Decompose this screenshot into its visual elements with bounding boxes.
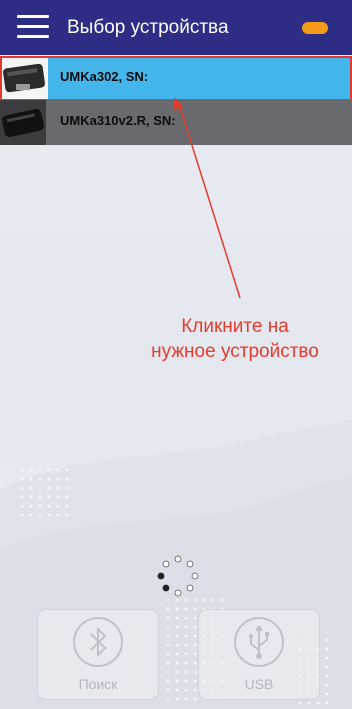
usb-icon bbox=[234, 617, 284, 667]
tracker-device-icon bbox=[2, 58, 48, 99]
app-bar: Выбор устройства bbox=[0, 0, 352, 55]
device-item-umka302[interactable]: UMKa302, SN: bbox=[0, 56, 352, 101]
usb-label: USB bbox=[244, 676, 274, 692]
instruction-callout: Кликните на нужное устройство bbox=[120, 314, 350, 364]
instruction-line-1: Кликните на bbox=[181, 316, 289, 337]
bluetooth-search-label: Поиск bbox=[78, 676, 118, 692]
status-indicator bbox=[302, 22, 328, 34]
page-title: Выбор устройства bbox=[67, 17, 229, 38]
usb-button[interactable]: USB bbox=[198, 609, 320, 700]
bluetooth-icon bbox=[73, 617, 123, 667]
device-item-umka310[interactable]: UMKa310v2.R, SN: bbox=[0, 100, 352, 145]
device-label: UMKa310v2.R, SN: bbox=[60, 113, 176, 128]
tracker-device-icon bbox=[0, 100, 46, 145]
loading-spinner-icon bbox=[157, 555, 199, 597]
instruction-line-2: нужное устройство bbox=[151, 341, 319, 362]
hamburger-menu-icon[interactable] bbox=[17, 15, 50, 39]
bluetooth-search-button[interactable]: Поиск bbox=[37, 609, 159, 700]
device-label: UMKa302, SN: bbox=[60, 69, 149, 84]
